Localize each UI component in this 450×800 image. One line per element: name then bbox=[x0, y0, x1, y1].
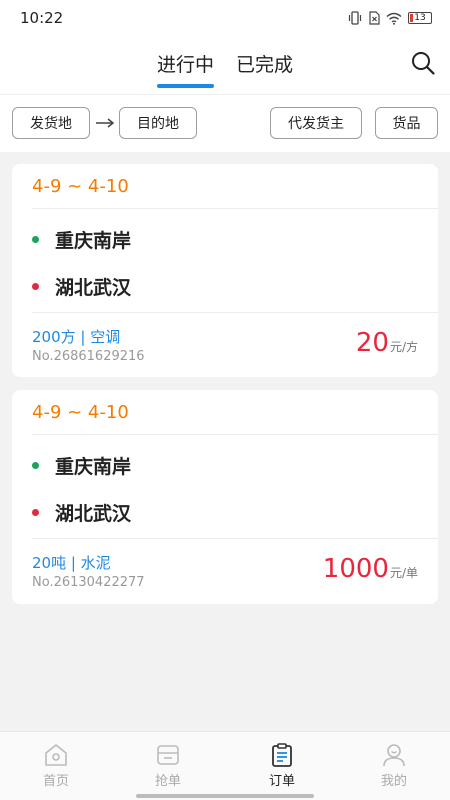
nav-profile[interactable]: 我的 bbox=[338, 742, 450, 789]
order-number: No.26130422277 bbox=[32, 575, 145, 590]
order-date-range: 4-9 ~ 4-10 bbox=[32, 176, 129, 197]
price-unit: 元/单 bbox=[389, 566, 418, 580]
status-icons: 13 bbox=[347, 11, 432, 25]
cargo-info: 200方 | 空调 bbox=[32, 328, 121, 346]
price-value: 1000 bbox=[322, 554, 389, 584]
goods-filter-button[interactable]: 货品 bbox=[375, 107, 438, 139]
search-icon[interactable] bbox=[410, 50, 436, 76]
price-unit: 元/方 bbox=[389, 340, 418, 354]
origin-dot-icon bbox=[32, 462, 39, 469]
price: 20 元/方 bbox=[356, 328, 418, 358]
wifi-icon bbox=[386, 12, 402, 25]
route-to: 湖北武汉 bbox=[32, 273, 131, 300]
route-from: 重庆南岸 bbox=[32, 226, 131, 253]
nav-home[interactable]: 首页 bbox=[0, 742, 112, 789]
order-number: No.26861629216 bbox=[32, 349, 145, 364]
order-tabs: 进行中 已完成 bbox=[0, 50, 450, 88]
shipper-filter-button[interactable]: 代发货主 bbox=[270, 107, 362, 139]
destination-dot-icon bbox=[32, 509, 39, 516]
filter-bar: 发货地 目的地 代发货主 货品 bbox=[0, 94, 450, 152]
nav-grab-order[interactable]: 抢单 bbox=[112, 742, 224, 789]
header: 进行中 已完成 bbox=[0, 36, 450, 94]
grab-order-icon bbox=[157, 745, 179, 765]
destination-location: 湖北武汉 bbox=[55, 277, 132, 299]
arrow-right-icon bbox=[96, 118, 115, 128]
destination-location: 湖北武汉 bbox=[55, 503, 132, 525]
home-indicator[interactable] bbox=[136, 794, 314, 798]
nav-orders-label: 订单 bbox=[268, 774, 295, 789]
origin-dot-icon bbox=[32, 236, 39, 243]
divider bbox=[32, 312, 438, 313]
nav-grab-order-label: 抢单 bbox=[154, 774, 181, 789]
tab-completed[interactable]: 已完成 bbox=[236, 50, 293, 85]
bottom-nav: 首页 抢单 订单 我的 bbox=[0, 731, 450, 800]
tab-in-progress[interactable]: 进行中 bbox=[156, 50, 215, 88]
order-card[interactable]: 4-9 ~ 4-10 重庆南岸 湖北武汉 20吨 | 水泥 No.2613042… bbox=[12, 390, 438, 604]
battery-icon: 13 bbox=[408, 12, 432, 24]
divider bbox=[32, 208, 438, 209]
nav-home-label: 首页 bbox=[42, 774, 69, 789]
profile-icon bbox=[383, 744, 405, 767]
divider bbox=[32, 538, 438, 539]
status-bar: 10:22 13 bbox=[0, 0, 450, 36]
destination-filter-button[interactable]: 目的地 bbox=[119, 107, 197, 139]
price-value: 20 bbox=[355, 328, 389, 358]
no-sim-icon bbox=[369, 11, 380, 25]
order-clipboard-icon bbox=[272, 743, 292, 767]
origin-filter-button[interactable]: 发货地 bbox=[12, 107, 90, 139]
home-icon bbox=[45, 744, 67, 766]
route-from: 重庆南岸 bbox=[32, 452, 131, 479]
nav-profile-label: 我的 bbox=[380, 774, 407, 789]
origin-location: 重庆南岸 bbox=[55, 456, 132, 478]
origin-location: 重庆南岸 bbox=[55, 230, 132, 252]
vibrate-icon bbox=[348, 11, 362, 25]
order-date-range: 4-9 ~ 4-10 bbox=[32, 402, 129, 423]
order-card[interactable]: 4-9 ~ 4-10 重庆南岸 湖北武汉 200方 | 空调 No.268616… bbox=[12, 164, 438, 377]
price: 1000 元/单 bbox=[323, 554, 418, 584]
cargo-info: 20吨 | 水泥 bbox=[32, 554, 111, 572]
status-time: 10:22 bbox=[20, 9, 64, 27]
divider bbox=[32, 434, 438, 435]
destination-dot-icon bbox=[32, 283, 39, 290]
nav-orders[interactable]: 订单 bbox=[226, 742, 338, 789]
route-to: 湖北武汉 bbox=[32, 499, 131, 526]
